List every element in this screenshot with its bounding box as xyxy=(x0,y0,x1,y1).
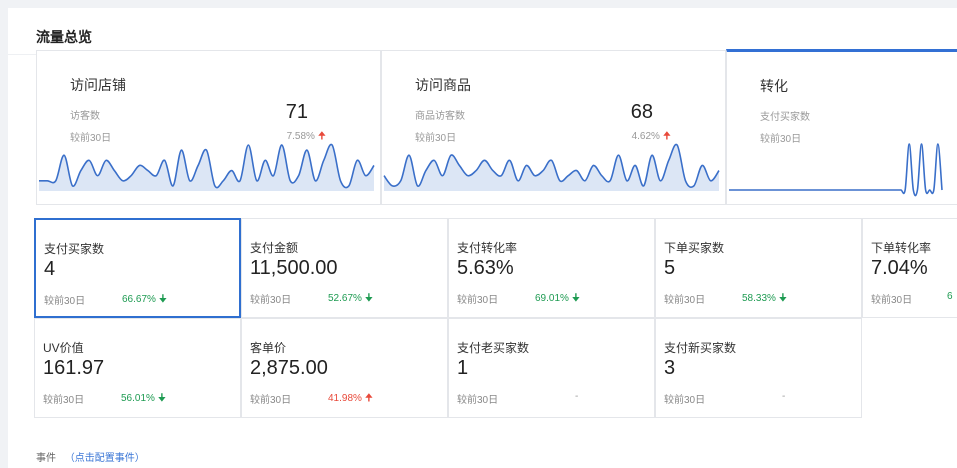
arrow-down-icon: 🠋 xyxy=(778,293,787,304)
metric-label: 支付老买家数 xyxy=(457,341,530,355)
panel-title: 流量总览 xyxy=(36,29,92,45)
metric-change-value: 41.98% xyxy=(328,393,362,404)
trend-card-conversion[interactable]: 转化 支付买家数 较前30日 xyxy=(726,49,957,205)
trend-card-title: 访问店铺 xyxy=(70,77,126,93)
metric-change: 58.33% 🠋 xyxy=(742,291,802,308)
metric-change: 6 xyxy=(947,291,957,302)
metric-compare-label: 较前30日 xyxy=(44,296,86,307)
metric-change: 41.98% 🠉 xyxy=(328,391,388,408)
metric-compare-label: 较前30日 xyxy=(250,395,292,406)
metric-label: 支付买家数 xyxy=(44,242,105,256)
trend-card-value: 71 xyxy=(285,101,308,123)
metric-change: 56.01% 🠋 xyxy=(121,391,181,408)
metric-label: UV价值 xyxy=(43,341,84,355)
metric-change: 69.01% 🠋 xyxy=(535,291,595,308)
arrow-down-icon: 🠋 xyxy=(157,393,166,404)
metric-compare-label: 较前30日 xyxy=(457,295,499,306)
metric-change-value: 66.67% xyxy=(122,294,156,305)
metric-compare-label: 较前30日 xyxy=(664,295,706,306)
metric-compare-label: 较前30日 xyxy=(43,395,85,406)
trend-line xyxy=(728,143,943,197)
trend-card-product-visits[interactable]: 访问商品 商品访客数 较前30日 68 4.62% 🠉 xyxy=(381,50,726,205)
metric-uv-value[interactable]: UV价值 161.97 较前30日 56.01% 🠋 xyxy=(34,318,241,418)
metric-value: 5.63% xyxy=(457,257,514,279)
metric-change-value: 58.33% xyxy=(742,293,776,304)
metric-value: 161.97 xyxy=(43,357,105,379)
metric-change: 66.67% 🠋 xyxy=(122,292,182,309)
metric-label: 下单买家数 xyxy=(664,241,725,255)
trend-card-title: 转化 xyxy=(760,78,788,94)
metric-change-value: 52.67% xyxy=(328,293,362,304)
trend-chart xyxy=(38,143,375,191)
metric-returning-buyers[interactable]: 支付老买家数 1 较前30日 - xyxy=(448,318,655,418)
metric-change: - xyxy=(575,391,635,402)
metric-change-value: 69.01% xyxy=(535,293,569,304)
arrow-down-icon: 🠋 xyxy=(364,293,373,304)
metric-label: 支付转化率 xyxy=(457,241,518,255)
trend-card-sublabel: 支付买家数 xyxy=(760,112,810,123)
metric-value: 2,875.00 xyxy=(250,357,328,379)
metric-compare-label: 较前30日 xyxy=(250,295,292,306)
traffic-overview-panel: 流量总览 访问店铺 访客数 较前30日 71 7.58% 🠉 访问商品 商品访客… xyxy=(8,8,957,468)
metric-paying-buyers[interactable]: 支付买家数 4 较前30日 66.67% 🠋 xyxy=(34,218,241,318)
trend-card-store-visits[interactable]: 访问店铺 访客数 较前30日 71 7.58% 🠉 xyxy=(36,50,381,205)
metric-label: 下单转化率 xyxy=(871,241,932,255)
trend-card-value: 68 xyxy=(630,101,653,123)
arrow-down-icon: 🠋 xyxy=(571,293,580,304)
metric-value: 3 xyxy=(664,357,676,379)
metric-label: 支付新买家数 xyxy=(664,341,737,355)
metric-label: 支付金额 xyxy=(250,241,299,255)
trend-chart xyxy=(383,143,720,191)
trend-card-title: 访问商品 xyxy=(415,77,471,93)
metric-value: 7.04% xyxy=(871,257,928,279)
configure-events-link[interactable]: （点击配置事件） xyxy=(65,453,145,464)
metric-payment-conversion-rate[interactable]: 支付转化率 5.63% 较前30日 69.01% 🠋 xyxy=(448,218,655,318)
metric-payment-amount[interactable]: 支付金额 11,500.00 较前30日 52.67% 🠋 xyxy=(241,218,448,318)
events-row: 事件 （点击配置事件） xyxy=(36,449,145,464)
metric-change: 52.67% 🠋 xyxy=(328,291,388,308)
arrow-up-icon: 🠉 xyxy=(364,393,373,404)
metric-change-value: - xyxy=(575,391,579,402)
metric-value: 5 xyxy=(664,257,676,279)
metric-change: - xyxy=(782,391,842,402)
metric-order-buyers[interactable]: 下单买家数 5 较前30日 58.33% 🠋 xyxy=(655,218,862,318)
metric-change-value: 6 xyxy=(947,291,953,302)
trend-area-fill xyxy=(384,144,719,191)
metric-avg-order-value[interactable]: 客单价 2,875.00 较前30日 41.98% 🠉 xyxy=(241,318,448,418)
metric-new-buyers[interactable]: 支付新买家数 3 较前30日 - xyxy=(655,318,862,418)
metric-value: 11,500.00 xyxy=(250,257,338,279)
trend-chart xyxy=(728,143,943,197)
metric-change-value: 56.01% xyxy=(121,393,155,404)
metric-label: 客单价 xyxy=(250,341,287,355)
metric-value: 4 xyxy=(44,258,56,280)
metric-change-value: - xyxy=(782,391,786,402)
events-label: 事件 xyxy=(36,453,56,464)
metric-order-conversion-rate[interactable]: 下单转化率 7.04% 较前30日 6 xyxy=(862,218,957,318)
metric-compare-label: 较前30日 xyxy=(457,395,499,406)
metric-compare-label: 较前30日 xyxy=(871,295,913,306)
metric-compare-label: 较前30日 xyxy=(664,395,706,406)
trend-card-sublabel: 访客数 xyxy=(70,111,100,122)
metric-value: 1 xyxy=(457,357,469,379)
trend-card-sublabel: 商品访客数 xyxy=(415,111,465,122)
arrow-down-icon: 🠋 xyxy=(158,294,167,305)
